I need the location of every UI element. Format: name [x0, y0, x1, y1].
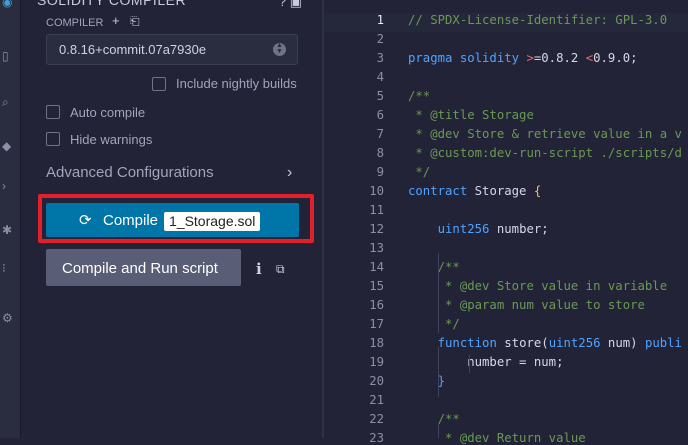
line-number: 3	[376, 51, 384, 65]
settings-icon[interactable]: ⚙	[2, 312, 13, 324]
include-nightly-label: Include nightly builds	[176, 76, 297, 91]
remix-logo-icon[interactable]: ◉	[2, 0, 12, 8]
line-number: 6	[376, 108, 384, 122]
file-explorer-icon[interactable]: ▯	[2, 50, 9, 62]
line-number: 17	[369, 317, 384, 331]
compile-and-run-button[interactable]: Compile and Run script	[46, 249, 241, 286]
panel-title: SOLIDITY COMPILER	[37, 0, 187, 8]
line-number: 18	[369, 336, 384, 350]
indent-guide	[469, 355, 470, 373]
line-number: 20	[369, 374, 384, 388]
code-line[interactable]: * @dev Store & retrieve value in a v	[408, 127, 682, 141]
code-line[interactable]: */	[408, 317, 460, 331]
code-line[interactable]: */	[408, 165, 430, 179]
indent-guide	[438, 423, 439, 438]
compiler-version-select[interactable]: 0.8.16+commit.07a7930e ▲ ▼	[46, 34, 298, 65]
line-number: 15	[369, 279, 384, 293]
add-compiler-icon[interactable]: +	[112, 13, 120, 28]
line-number: 19	[369, 355, 384, 369]
advanced-configurations[interactable]: Advanced Configurations	[46, 164, 214, 181]
code-line[interactable]: * @dev Store value in variable	[408, 279, 667, 293]
compiler-version-value: 0.8.16+commit.07a7930e	[59, 42, 207, 57]
plugin-icon[interactable]: ⁝	[2, 262, 6, 274]
line-number: 5	[376, 89, 384, 103]
line-number: 21	[369, 393, 384, 407]
line-number: 1	[376, 13, 384, 27]
indent-guide	[438, 253, 439, 333]
code-line[interactable]: // SPDX-License-Identifier: GPL-3.0	[408, 13, 667, 27]
line-number: 22	[369, 412, 384, 426]
code-line[interactable]: * @dev Return value	[408, 431, 586, 445]
refresh-icon: ⟳	[79, 212, 92, 229]
compiler-icon[interactable]: ◆	[2, 140, 11, 152]
code-line[interactable]: * @param num value to store	[408, 298, 645, 312]
line-number: 2	[376, 32, 384, 46]
icon-sidebar: ◉ ▯ ⌕ ◆ › ✱ ⁝ ⚙	[0, 0, 21, 438]
line-number: 23	[369, 431, 384, 445]
chevron-right-icon[interactable]: ›	[287, 164, 292, 182]
line-number: 4	[376, 70, 384, 84]
code-line[interactable]: number = num;	[408, 355, 563, 369]
code-line[interactable]: /**	[408, 412, 460, 426]
compile-file-name: 1_Storage.sol	[164, 212, 261, 231]
code-line[interactable]: /**	[408, 260, 460, 274]
include-nightly-checkbox[interactable]	[152, 77, 166, 91]
line-number: 10	[369, 184, 384, 198]
code-line[interactable]: uint256 number;	[408, 222, 549, 236]
select-arrows-icon: ▲ ▼	[273, 42, 286, 56]
code-line[interactable]: }	[408, 374, 445, 388]
docs-icon[interactable]: ? ▣	[279, 0, 302, 10]
code-line[interactable]: * @title Storage	[408, 108, 533, 122]
auto-compile-label: Auto compile	[70, 105, 146, 120]
code-line[interactable]: pragma solidity >=0.8.2 <0.9.0;	[408, 51, 638, 65]
line-number: 14	[369, 260, 384, 274]
deploy-icon[interactable]: ›	[2, 180, 6, 192]
line-number: 12	[369, 222, 384, 236]
search-icon[interactable]: ⌕	[2, 96, 9, 108]
hide-warnings-label: Hide warnings	[70, 132, 153, 147]
auto-compile-checkbox[interactable]	[46, 105, 60, 119]
compile-label: Compile	[103, 212, 159, 229]
copy-icon[interactable]: ⧉	[276, 262, 285, 277]
custom-compiler-icon[interactable]: ⎗	[130, 14, 140, 29]
compiler-label: COMPILER	[46, 17, 104, 29]
code-line[interactable]: function store(uint256 num) publi	[408, 336, 682, 350]
code-editor[interactable]: 1 2 3 4 5 6 7 8 9 10 11 12 13 14 15 16 17 18 19 20 21 22 23 //…	[324, 0, 688, 445]
debugger-icon[interactable]: ✱	[2, 224, 12, 236]
line-number-gutter: 1 2 3 4 5 6 7 8 9 10 11 12 13 14 15 16 17 18 19 20 21 22 23	[324, 6, 394, 445]
line-number: 7	[376, 127, 384, 141]
line-number: 9	[376, 165, 384, 179]
indent-guide	[438, 347, 439, 397]
info-icon[interactable]: i	[256, 260, 262, 278]
code-line[interactable]: /**	[408, 89, 430, 103]
line-number: 13	[369, 241, 384, 255]
line-number: 8	[376, 146, 384, 160]
code-line[interactable]: contract Storage {	[408, 184, 541, 198]
line-number: 11	[369, 203, 384, 217]
hide-warnings-checkbox[interactable]	[46, 132, 60, 146]
line-number: 16	[369, 298, 384, 312]
code-line[interactable]: * @custom:dev-run-script ./scripts/d	[408, 146, 682, 160]
